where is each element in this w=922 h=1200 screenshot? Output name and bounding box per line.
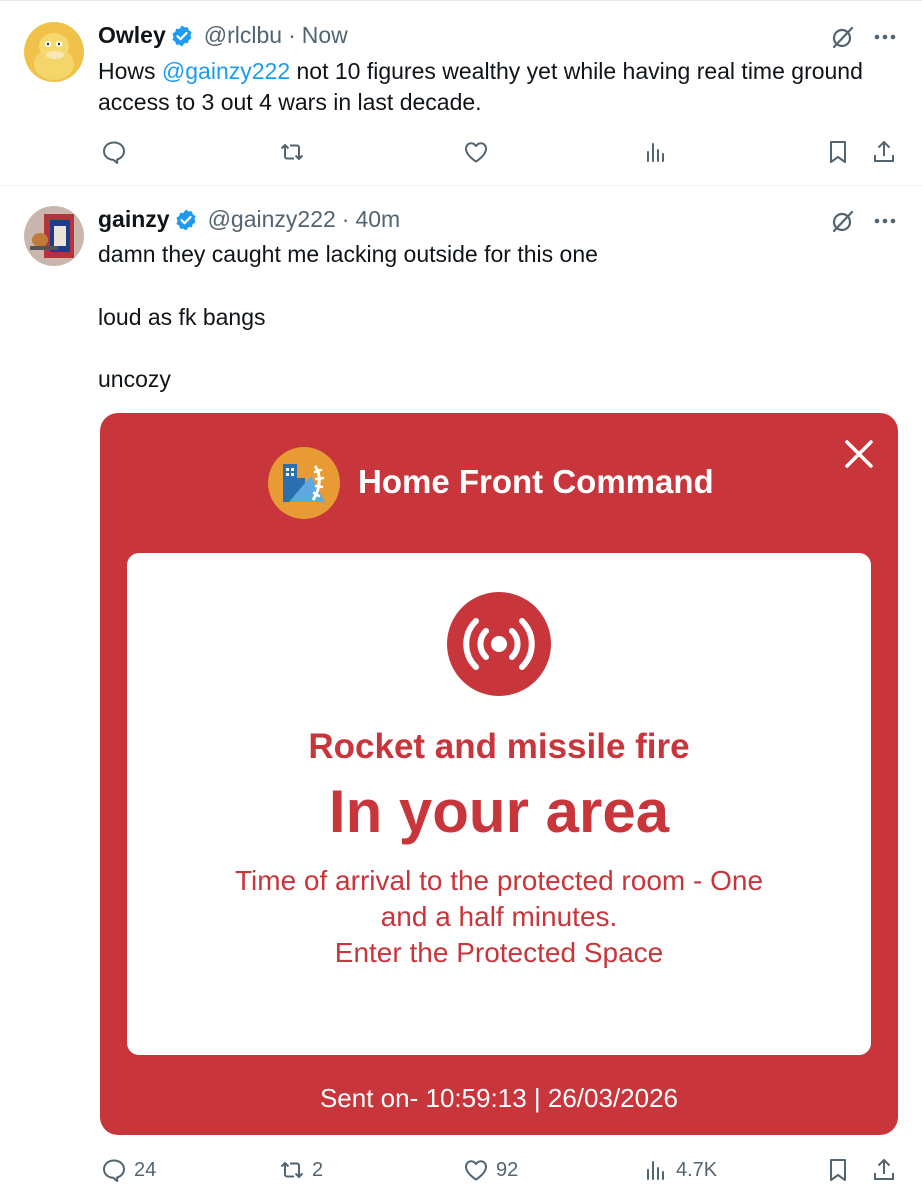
alert-type: Rocket and missile fire	[308, 727, 690, 766]
bookmark-button[interactable]	[824, 1156, 852, 1184]
tweet-text: Hows @gainzy222 not 10 figures wealthy y…	[98, 56, 898, 118]
tweet-actions	[0, 138, 922, 168]
display-name[interactable]: gainzy	[98, 206, 170, 233]
siren-icon	[446, 591, 552, 697]
repost-count: 2	[312, 1158, 324, 1181]
avatar[interactable]	[24, 206, 84, 266]
reply-button[interactable]	[100, 138, 128, 166]
mention-link[interactable]: @gainzy222	[162, 58, 290, 84]
repost-button[interactable]	[278, 138, 306, 166]
tweet-text-line: loud as fk bangs	[98, 304, 266, 330]
alert-area: In your area	[328, 778, 670, 845]
reply-count: 24	[134, 1158, 157, 1181]
like-button[interactable]: 92	[462, 1156, 518, 1184]
timestamp[interactable]: Now	[302, 22, 348, 49]
reply-icon	[103, 141, 125, 164]
avatar[interactable]	[24, 22, 84, 82]
tweet-owley[interactable]: Owley @rlclbu · Now Hows @gainzy222 not …	[0, 0, 922, 186]
like-icon	[465, 1160, 487, 1181]
tweet-gainzy[interactable]: gainzy @gainzy222 · 40m damn they caught…	[0, 186, 922, 1200]
views-icon	[647, 1161, 664, 1180]
timestamp[interactable]: 40m	[355, 206, 400, 233]
close-icon	[842, 437, 876, 471]
handle[interactable]: @rlclbu	[204, 22, 282, 49]
tweet-text-line: damn they caught me lacking outside for …	[98, 241, 598, 267]
like-icon	[465, 142, 487, 163]
more-icon[interactable]	[872, 208, 898, 234]
display-name[interactable]: Owley	[98, 22, 166, 49]
views-button[interactable]: 4.7K	[642, 1156, 717, 1184]
separator: ·	[288, 22, 296, 48]
alert-sent-time: Sent on- 10:59:13 | 26/03/2026	[319, 1083, 679, 1113]
bookmark-button[interactable]	[824, 138, 852, 166]
share-button[interactable]	[870, 1156, 898, 1184]
handle[interactable]: @gainzy222	[208, 206, 336, 233]
grok-icon[interactable]	[830, 208, 856, 234]
views-button[interactable]	[642, 138, 670, 166]
alert-message-line: and a half minutes.	[380, 901, 618, 932]
share-icon	[874, 1158, 894, 1180]
alert-image[interactable]: Home Front Command Rocket and missile fi…	[100, 413, 898, 1135]
text-segment: Hows	[98, 58, 162, 84]
alert-message-line: Enter the Protected Space	[334, 937, 664, 968]
reply-icon	[103, 1159, 125, 1182]
alert-title: Home Front Command	[358, 463, 714, 500]
tweet-text-line: uncozy	[98, 366, 171, 392]
repost-button[interactable]: 2	[278, 1156, 323, 1184]
like-button[interactable]	[462, 138, 490, 166]
tweet-actions: 24 2 92 4.7K	[0, 1156, 922, 1186]
alert-message-line: Time of arrival to the protected room - …	[234, 865, 764, 896]
repost-icon	[280, 1161, 304, 1179]
verified-badge-icon	[174, 208, 198, 232]
share-button[interactable]	[870, 138, 898, 166]
bookmark-icon	[830, 141, 846, 163]
alert-message: Time of arrival to the protected room - …	[167, 863, 831, 971]
share-icon	[874, 140, 894, 162]
views-count: 4.7K	[676, 1158, 718, 1181]
views-icon	[647, 143, 664, 162]
like-count: 92	[496, 1158, 519, 1181]
tweet-header: gainzy @gainzy222 · 40m	[98, 206, 400, 233]
alert-panel: Rocket and missile fire In your area Tim…	[127, 553, 871, 1055]
reply-button[interactable]: 24	[100, 1156, 156, 1184]
home-front-command-logo	[267, 446, 341, 520]
more-icon[interactable]	[872, 24, 898, 50]
separator: ·	[341, 206, 350, 232]
grok-icon[interactable]	[830, 24, 856, 50]
verified-badge-icon	[170, 24, 194, 48]
repost-icon	[280, 143, 304, 161]
bookmark-icon	[830, 1159, 846, 1181]
tweet-header: Owley @rlclbu · Now	[98, 22, 348, 49]
